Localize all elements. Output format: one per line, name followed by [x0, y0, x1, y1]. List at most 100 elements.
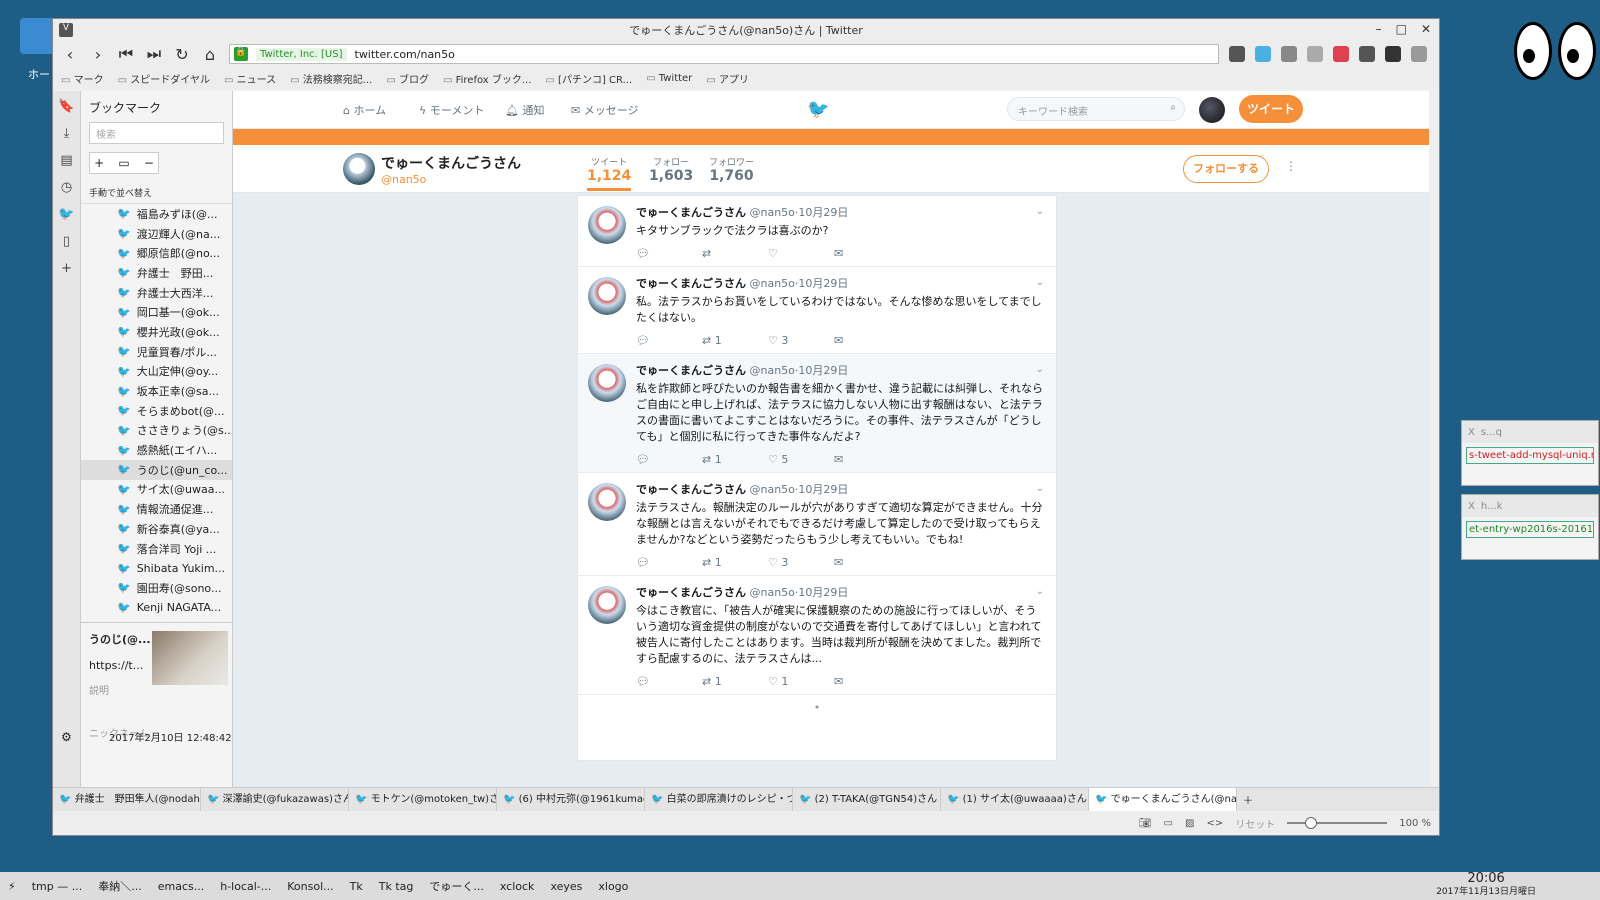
vivaldi-icon[interactable]: V: [59, 23, 73, 37]
notes-icon[interactable]: ▤: [60, 153, 72, 168]
add-tab-icon[interactable]: ＋: [1237, 792, 1259, 807]
remove-icon[interactable]: −: [144, 156, 154, 170]
profile-name[interactable]: でゅーくまんごうさん: [381, 153, 521, 173]
gear-icon[interactable]: ⚙: [61, 730, 72, 744]
bookmark-item[interactable]: Firefox ブック...: [443, 71, 532, 86]
rewind-icon[interactable]: ⏮: [117, 44, 135, 64]
mini-window-2[interactable]: Xh...k et-entry-wp2016s-201610: [1461, 494, 1599, 560]
retweet-icon[interactable]: ⇄ 1: [702, 556, 768, 569]
bookmark-item[interactable]: アプリ: [706, 71, 749, 86]
browser-tab[interactable]: 深澤諭史(@fukazawas)さん: [201, 787, 349, 812]
folder-icon[interactable]: ▭: [118, 156, 129, 170]
bookmark-list-item[interactable]: 🐦 うのじ(@un_co...: [81, 459, 232, 480]
tweet[interactable]: でゅーくまんごうさん @nan5o·10月29日 ⌄ 私を詐欺師と呼びたいのか報告書…: [578, 354, 1056, 473]
bookmark-item[interactable]: 法務検察宛記...: [290, 71, 373, 86]
like-icon[interactable]: ♡ 3: [768, 556, 834, 569]
chevron-down-icon[interactable]: ⌄: [1036, 277, 1044, 288]
tweet-handle[interactable]: @nan5o: [750, 586, 795, 599]
twitter-panel-icon[interactable]: 🐦: [58, 207, 74, 222]
bookmark-list-item[interactable]: 🐦 渡辺輝人(@na...: [81, 224, 232, 244]
taskbar-item[interactable]: でゅーく...: [421, 878, 492, 894]
nav-home[interactable]: ⌂ ホーム: [343, 102, 386, 118]
start-icon[interactable]: ⚡: [0, 880, 24, 893]
extension-icon[interactable]: [1281, 46, 1297, 62]
panel-search-input[interactable]: 検索: [89, 122, 224, 144]
tweet-handle[interactable]: @nan5o: [750, 277, 795, 290]
retweet-icon[interactable]: ⇄ 1: [702, 334, 768, 347]
add-icon[interactable]: +: [94, 156, 104, 170]
bookmark-list-item[interactable]: 🐦 児童買春/ポル...: [81, 342, 232, 362]
page-icon[interactable]: ▯: [63, 234, 70, 249]
taskbar-item[interactable]: xeyes: [542, 880, 590, 893]
retweet-icon[interactable]: ⇄ 1: [702, 675, 768, 688]
history-icon[interactable]: ◷: [61, 180, 72, 195]
browser-tab[interactable]: (6) 中村元弥(@1961kumach: [497, 787, 645, 812]
nav-messages[interactable]: ✉ メッセージ: [571, 102, 639, 118]
bookmark-icon[interactable]: 🔖: [58, 99, 74, 114]
taskbar-item[interactable]: Tk tag: [371, 880, 422, 893]
bookmark-list-item[interactable]: 🐦 園田寿(@sono...: [81, 578, 232, 598]
like-icon[interactable]: ♡ 3: [768, 334, 834, 347]
taskbar-item[interactable]: tmp — ...: [24, 880, 91, 893]
reply-icon[interactable]: 💬︎: [636, 556, 702, 569]
like-icon[interactable]: ♡ 5: [768, 453, 834, 466]
sort-label[interactable]: 手動で並べ替え: [81, 182, 232, 204]
bookmark-list-item[interactable]: 🐦 Shibata Yukim...: [81, 558, 232, 578]
bookmark-list-item[interactable]: 🐦 弁護士大西洋...: [81, 283, 232, 303]
image-icon[interactable]: ▨: [1185, 818, 1194, 829]
extension-icon[interactable]: [1229, 46, 1245, 62]
reply-icon[interactable]: 💬︎: [636, 675, 702, 688]
chevron-down-icon[interactable]: ⌄: [1036, 586, 1044, 597]
chevron-down-icon[interactable]: ⌄: [1036, 483, 1044, 494]
message-icon[interactable]: ✉: [834, 453, 900, 466]
twitter-search-input[interactable]: キーワード検索 ⌕: [1007, 97, 1185, 121]
tweet-handle[interactable]: @nan5o: [750, 364, 795, 377]
bookmark-list-item[interactable]: 🐦 サイ太(@uwaa...: [81, 480, 232, 500]
stat-followers[interactable]: フォロワー 1,760: [709, 155, 754, 184]
mini-window-1[interactable]: Xs...q s-tweet-add-mysql-uniq.rb: [1461, 420, 1599, 486]
retweet-icon[interactable]: ⇄ 1: [702, 453, 768, 466]
zoom-slider[interactable]: [1287, 817, 1388, 829]
browser-tab[interactable]: 白菜の即席漬けのレシピ・つく: [645, 787, 793, 812]
bookmark-list-item[interactable]: 🐦 新谷泰真(@ya...: [81, 519, 232, 539]
extension-icon[interactable]: [1307, 46, 1323, 62]
tweet-avatar[interactable]: [588, 206, 626, 244]
bookmark-list-item[interactable]: 🐦 坂本正幸(@sa...: [81, 381, 232, 401]
clock[interactable]: 20:06 2017年11月13日月曜日: [1436, 872, 1536, 898]
tweet-author[interactable]: でゅーくまんごうさん: [636, 277, 746, 290]
bookmark-list-item[interactable]: 🐦 大山定伸(@oy...: [81, 362, 232, 382]
tweet-avatar[interactable]: [588, 586, 626, 624]
bookmark-list-item[interactable]: 🐦 Kenji NAGATA...: [81, 598, 232, 618]
search-icon[interactable]: ⌕: [1170, 102, 1176, 113]
add-panel-icon[interactable]: +: [61, 261, 72, 276]
extension-icon[interactable]: [1411, 46, 1427, 62]
tweet-handle[interactable]: @nan5o: [750, 206, 795, 219]
message-icon[interactable]: ✉: [834, 247, 900, 260]
tweet-date[interactable]: ·10月29日: [795, 483, 849, 496]
bookmark-item[interactable]: ブログ: [386, 71, 429, 86]
tweet-avatar[interactable]: [588, 364, 626, 402]
tweet-date[interactable]: ·10月29日: [795, 277, 849, 290]
avatar[interactable]: [1199, 97, 1225, 123]
pocket-icon[interactable]: [1333, 46, 1349, 62]
extension-icon[interactable]: [1385, 46, 1401, 62]
taskbar-item[interactable]: Konsol...: [279, 880, 341, 893]
fastforward-icon[interactable]: ⏭: [145, 44, 163, 64]
stat-tweets[interactable]: ツイート 1,124: [587, 155, 632, 191]
minimize-icon[interactable]: –: [1376, 22, 1382, 36]
tweet-avatar[interactable]: [588, 277, 626, 315]
home-folder-icon[interactable]: [20, 18, 56, 54]
bookmark-item[interactable]: ニュース: [224, 71, 277, 86]
bookmark-item[interactable]: [パチンコ] CR...: [545, 71, 632, 86]
browser-tab[interactable]: (2) T-TAKA(@TGN54)さん | T: [793, 787, 941, 812]
bookmark-list-item[interactable]: 🐦 櫻井光政(@ok...: [81, 322, 232, 342]
bookmark-list-item[interactable]: 🐦 福島みずほ(@...: [81, 204, 232, 224]
retweet-icon[interactable]: ⇄: [702, 247, 768, 260]
bookmark-item[interactable]: スピードダイヤル: [118, 71, 210, 86]
page-scrollbar[interactable]: [1429, 91, 1439, 787]
chevron-down-icon[interactable]: ⌄: [1036, 206, 1044, 217]
tweet-author[interactable]: でゅーくまんごうさん: [636, 364, 746, 377]
taskbar-item[interactable]: 奉納＼...: [90, 878, 150, 894]
taskbar-item[interactable]: h-local-...: [212, 880, 279, 893]
browser-tab[interactable]: モトケン(@motoken_tw)さん: [349, 787, 497, 812]
